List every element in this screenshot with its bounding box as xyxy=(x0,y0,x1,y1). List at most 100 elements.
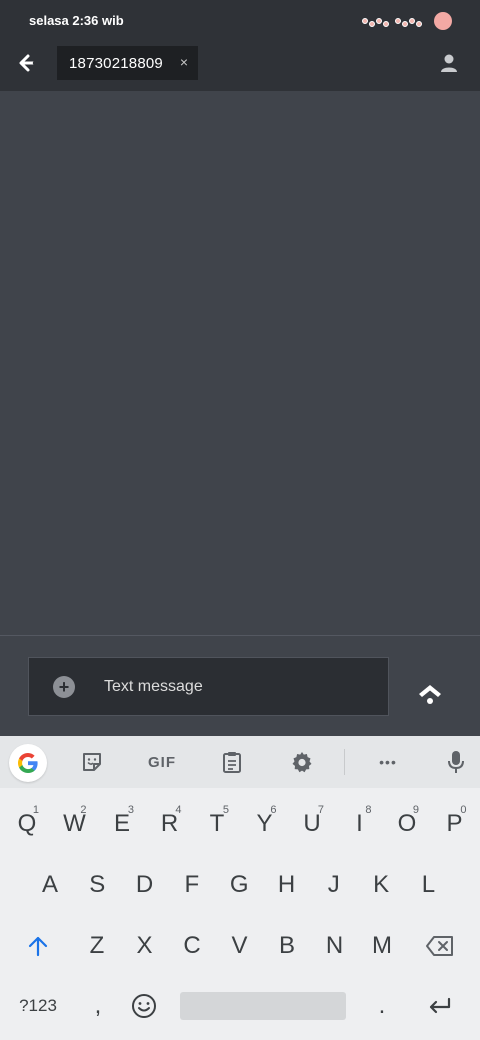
key-i[interactable]: I8 xyxy=(338,798,382,850)
recipient-number: 18730218809 xyxy=(69,54,163,72)
backspace-key[interactable] xyxy=(418,920,462,972)
voice-input-button[interactable] xyxy=(440,746,472,778)
key-w[interactable]: W2 xyxy=(53,798,97,850)
key-b[interactable]: B xyxy=(265,920,309,972)
status-icons xyxy=(362,11,452,31)
key-u[interactable]: U7 xyxy=(290,798,334,850)
enter-key[interactable] xyxy=(418,980,462,1032)
microphone-icon xyxy=(448,751,464,773)
key-number-hint: 4 xyxy=(175,804,182,816)
key-label: I xyxy=(356,810,363,837)
key-o[interactable]: O9 xyxy=(385,798,429,850)
key-label: S xyxy=(89,871,106,898)
key-z[interactable]: Z xyxy=(75,920,119,972)
conversation-area xyxy=(0,91,480,635)
key-label: A xyxy=(41,871,58,898)
status-indicator-icon xyxy=(434,12,452,30)
key-label: V xyxy=(231,932,248,959)
key-number-hint: 9 xyxy=(412,804,419,816)
key-label: Z xyxy=(89,932,105,959)
key-j[interactable]: J xyxy=(312,859,356,911)
key-label: L xyxy=(421,871,436,898)
period-key[interactable]: . xyxy=(360,980,404,1032)
send-button[interactable] xyxy=(416,680,444,708)
sticker-icon xyxy=(83,753,101,771)
key-l[interactable]: L xyxy=(406,859,450,911)
keyboard-row-4: ?123 , . xyxy=(0,980,480,1032)
key-d[interactable]: D xyxy=(123,859,167,911)
keyboard-row-1: Q1W2E3R4T5Y6U7I8O9P0 xyxy=(0,798,480,850)
compose-field[interactable]: + xyxy=(28,657,389,716)
keyboard-toolbar: GIF ••• xyxy=(0,736,480,788)
keyboard: GIF ••• Q1W2E3R4T5Y6U 7 I 8 O 9 P 0 A S … xyxy=(0,736,480,1040)
key-g[interactable]: G xyxy=(217,859,261,911)
google-search-button[interactable] xyxy=(9,744,47,782)
key-h[interactable]: H xyxy=(265,859,309,911)
key-number-hint: 1 xyxy=(32,804,39,816)
emoji-key[interactable] xyxy=(122,980,166,1032)
key-number-hint: 8 xyxy=(365,804,372,816)
compose-divider xyxy=(0,635,480,636)
key-p[interactable]: P0 xyxy=(433,798,477,850)
key-s[interactable]: S xyxy=(75,859,119,911)
sticker-button[interactable] xyxy=(76,746,108,778)
keyboard-row-3: Z X C V BNM xyxy=(0,920,480,972)
shift-arrow-icon xyxy=(28,936,48,957)
symbols-key-label: ?123 xyxy=(19,996,57,1015)
remove-recipient-icon[interactable]: × xyxy=(180,54,188,70)
key-k[interactable]: K xyxy=(359,859,403,911)
key-label: D xyxy=(135,871,154,898)
key-r[interactable]: R4 xyxy=(148,798,192,850)
send-chevron-icon xyxy=(419,685,441,697)
key-number-hint: 2 xyxy=(80,804,87,816)
key-v[interactable]: V xyxy=(218,920,262,972)
key-label: X xyxy=(136,932,153,959)
key-f[interactable]: F xyxy=(170,859,214,911)
clipboard-button[interactable] xyxy=(216,746,248,778)
key-label: C xyxy=(183,932,201,959)
recipient-chip[interactable]: 18730218809 × xyxy=(57,46,198,80)
keyboard-row-2: A S D F GHJ K L xyxy=(0,859,480,911)
key-number-hint: 0 xyxy=(460,804,467,816)
symbols-key[interactable]: ?123 xyxy=(14,980,62,1032)
shift-key[interactable] xyxy=(16,920,60,972)
key-t[interactable]: T5 xyxy=(195,798,239,850)
key-m[interactable]: M xyxy=(360,920,404,972)
key-x[interactable]: X xyxy=(123,920,167,972)
key-label: G xyxy=(229,871,249,898)
key-number-hint: 5 xyxy=(222,804,229,816)
period-key-label: . xyxy=(378,992,386,1019)
key-c[interactable]: C xyxy=(170,920,214,972)
key-label: F xyxy=(184,871,200,898)
conversation-header: 18730218809 × xyxy=(0,40,480,91)
more-dots-icon: ••• xyxy=(379,754,397,770)
backspace-icon xyxy=(426,936,453,956)
space-bar[interactable] xyxy=(180,992,346,1020)
key-number-hint: 3 xyxy=(127,804,134,816)
key-label: B xyxy=(278,932,295,959)
message-input[interactable] xyxy=(102,658,382,715)
notification-icon xyxy=(395,16,422,27)
notification-icon xyxy=(362,16,389,27)
key-e[interactable]: E3 xyxy=(100,798,144,850)
attach-button[interactable]: + xyxy=(53,676,75,698)
key-y[interactable]: Y6 xyxy=(243,798,287,850)
contact-person-icon[interactable] xyxy=(438,52,460,74)
key-n[interactable]: N xyxy=(313,920,357,972)
status-time: selasa 2:36 wib xyxy=(29,13,124,28)
back-button[interactable] xyxy=(12,48,42,78)
status-bar: selasa 2:36 wib xyxy=(0,0,480,40)
key-a[interactable]: A xyxy=(28,859,72,911)
more-options-button[interactable]: ••• xyxy=(370,746,406,778)
key-label: K xyxy=(373,871,390,898)
key-label: M xyxy=(372,932,392,959)
comma-key[interactable]: , xyxy=(76,980,120,1032)
key-label: J xyxy=(327,871,340,898)
google-g-icon xyxy=(18,753,38,773)
clipboard-icon xyxy=(223,752,241,773)
gear-icon xyxy=(292,752,312,773)
toolbar-separator xyxy=(344,749,345,775)
key-q[interactable]: Q1 xyxy=(5,798,49,850)
gif-button[interactable]: GIF xyxy=(140,746,184,778)
settings-button[interactable] xyxy=(286,746,318,778)
